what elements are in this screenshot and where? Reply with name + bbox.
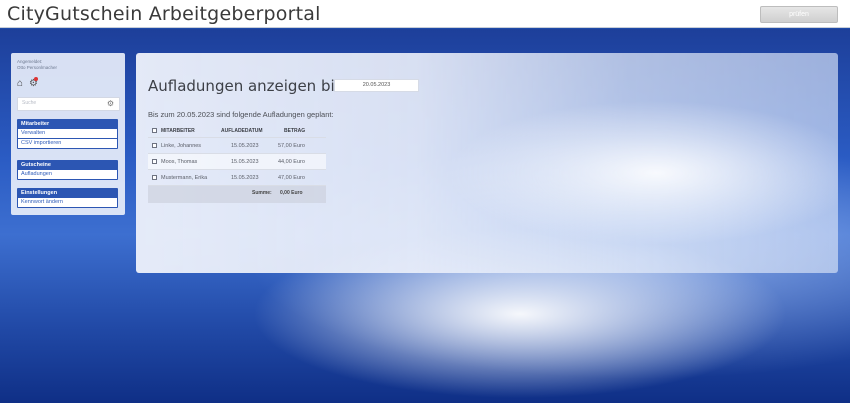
cell-aufladedatum: 15.05.2023 — [231, 175, 259, 181]
subtitle: Bis zum 20.05.2023 sind folgende Aufladu… — [148, 110, 334, 119]
login-label: Angemeldet: — [17, 59, 43, 64]
menu-header-einstellungen: Einstellungen — [21, 190, 58, 196]
header-aufladedatum: AUFLADEDATUM — [221, 128, 263, 134]
menu-group-einstellungen: Einstellungen Kennwort ändern — [17, 188, 118, 208]
top-bar: CityGutschein Arbeitgeberportal prüfen — [0, 0, 850, 28]
header-mitarbeiter: MITARBEITER — [161, 128, 195, 134]
menu-group-gutscheine: Gutscheine Aufladungen — [17, 160, 118, 180]
cell-aufladedatum: 15.05.2023 — [231, 159, 259, 165]
row-checkbox[interactable] — [152, 175, 157, 180]
notification-icon[interactable]: ⚙ — [29, 77, 38, 89]
cell-betrag: 57,00 Euro — [278, 143, 305, 149]
sum-value: 0,00 Euro — [280, 190, 303, 196]
menu-item-verwalten[interactable]: Verwalten — [18, 129, 117, 138]
select-all-checkbox[interactable] — [152, 128, 157, 133]
cell-betrag: 44,00 Euro — [278, 159, 305, 165]
menu-item-kennwort[interactable]: Kennwort ändern — [18, 198, 117, 207]
cell-mitarbeiter: Mustermann, Erika — [161, 175, 208, 181]
header-betrag: BETRAG — [284, 128, 306, 134]
menu-header-gutscheine: Gutscheine — [21, 162, 51, 168]
row-checkbox[interactable] — [152, 143, 157, 148]
charges-table: MITARBEITER AUFLADEDATUM BETRAG Linke, J… — [148, 124, 326, 203]
sum-row: Summe: 0,00 Euro — [148, 186, 326, 203]
main-panel: Aufladungen anzeigen bis zum 20.05.2023 … — [136, 53, 838, 273]
menu-item-aufladungen[interactable]: Aufladungen — [18, 170, 117, 179]
home-icon[interactable]: ⌂ — [17, 79, 23, 89]
table-row: Mustermann, Erika 15.05.2023 47,00 Euro — [148, 170, 326, 186]
cell-betrag: 47,00 Euro — [278, 175, 305, 181]
check-button[interactable]: prüfen — [760, 6, 838, 23]
app-title: CityGutschein Arbeitgeberportal — [7, 3, 321, 25]
user-name: Otto Personlmacher — [17, 65, 58, 70]
sum-label: Summe: — [252, 190, 272, 196]
table-row: Moos, Thomas 15.05.2023 44,00 Euro — [148, 154, 326, 170]
date-input[interactable]: 20.05.2023 — [334, 79, 419, 92]
table-header-row: MITARBEITER AUFLADEDATUM BETRAG — [148, 124, 326, 138]
search-input[interactable]: Suche ⚙ — [17, 97, 120, 111]
menu-header-mitarbeiter: Mitarbeiter — [21, 121, 50, 127]
search-settings-icon[interactable]: ⚙ — [107, 99, 114, 108]
table-row: Linke, Johannes 15.05.2023 57,00 Euro — [148, 138, 326, 154]
search-placeholder: Suche — [22, 100, 37, 106]
menu-group-mitarbeiter: Mitarbeiter Verwalten CSV importieren — [17, 119, 118, 149]
cell-mitarbeiter: Linke, Johannes — [161, 143, 202, 149]
menu-item-csv-import[interactable]: CSV importieren — [18, 139, 117, 148]
row-checkbox[interactable] — [152, 159, 157, 164]
cell-aufladedatum: 15.05.2023 — [231, 143, 259, 149]
cell-mitarbeiter: Moos, Thomas — [161, 159, 198, 165]
